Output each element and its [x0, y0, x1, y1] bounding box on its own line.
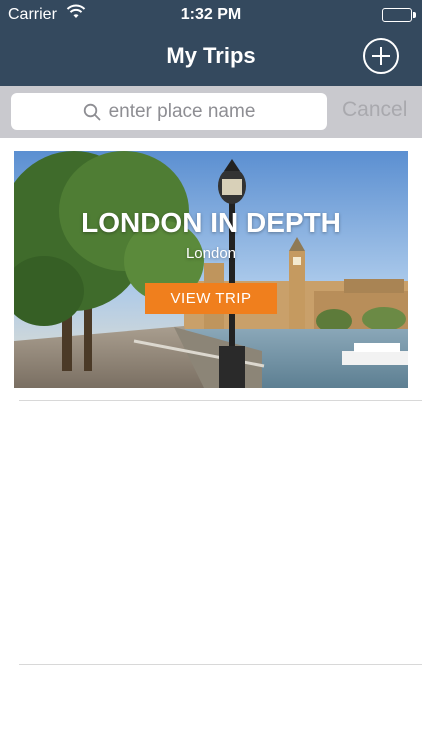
add-trip-button[interactable]: [363, 38, 399, 74]
status-bar: Carrier 1:32 PM: [0, 0, 422, 30]
view-trip-button[interactable]: VIEW TRIP: [145, 283, 277, 314]
trip-title: LONDON IN DEPTH: [81, 207, 341, 238]
search-icon: [83, 103, 101, 121]
row-divider: [19, 400, 422, 401]
battery-icon: [382, 8, 416, 22]
row-divider: [19, 664, 422, 665]
trip-location: London: [185, 245, 237, 262]
cancel-button[interactable]: Cancel: [342, 98, 407, 122]
trip-cover-image: [14, 151, 408, 388]
search-placeholder: enter place name: [108, 100, 256, 122]
search-bar: enter place name Cancel: [0, 86, 422, 138]
trip-card[interactable]: LONDON IN DEPTH London VIEW TRIP: [14, 151, 408, 388]
page-title: My Trips: [166, 43, 256, 68]
navigation-bar: Carrier 1:32 PM My Trips: [0, 0, 422, 86]
status-time: 1:32 PM: [180, 6, 242, 23]
search-input[interactable]: enter place name: [11, 93, 327, 130]
